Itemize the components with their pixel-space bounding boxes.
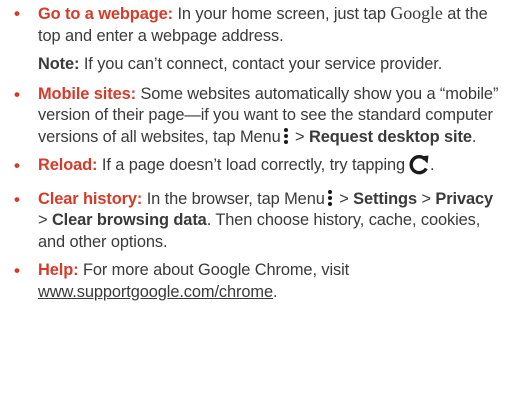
support-link[interactable]: www.supportgoogle.com/chrome [38, 283, 273, 301]
item-heading: Clear history: [38, 189, 143, 208]
item-heading: Help: [38, 261, 79, 279]
list-item-go-to-webpage: • Go to a webpage: In your home screen, … [0, 3, 506, 47]
separator: > [334, 189, 354, 208]
clear-browsing-data-label: Clear browsing data [51, 211, 207, 229]
note-label: Note: [38, 55, 80, 73]
bullet: • [14, 261, 20, 280]
help-document: • Go to a webpage: In your home screen, … [0, 3, 506, 310]
bullet: • [14, 4, 20, 23]
item-text: In your home screen, just tap [173, 5, 391, 23]
separator: > [416, 189, 436, 208]
item-text: . [272, 282, 278, 301]
item-text: If a page doesn’t load correctly, try ta… [97, 156, 406, 174]
separator: > [38, 211, 52, 229]
bullet: • [14, 84, 20, 104]
item-text: . [471, 127, 477, 146]
note-paragraph: Note: If you can’t connect, contact your… [0, 54, 506, 76]
list-item-reload: • Reload: If a page doesn’t load correct… [0, 154, 506, 182]
note-text: If you can’t connect, contact your servi… [79, 55, 443, 73]
list-item-mobile-sites: • Mobile sites: Some websites automatica… [0, 84, 506, 149]
item-text: For more about Google Chrome, visit [78, 261, 350, 279]
item-heading: Go to a webpage: [38, 5, 173, 23]
menu-icon [327, 189, 332, 206]
item-heading: Reload: [38, 156, 98, 174]
item-heading: Mobile sites: [38, 84, 136, 103]
google-wordmark: Google [390, 3, 443, 23]
bullet: • [14, 189, 20, 209]
list-item-help: • Help: For more about Google Chrome, vi… [0, 260, 506, 303]
separator: > [290, 127, 309, 146]
reload-icon [408, 154, 430, 182]
request-desktop-site-label: Request desktop site [308, 127, 472, 146]
bullet: • [14, 156, 20, 175]
privacy-label: Privacy [435, 189, 494, 208]
item-text: . [430, 156, 435, 174]
settings-label: Settings [353, 189, 417, 208]
item-text: In the browser, tap Menu [142, 189, 325, 208]
menu-icon [283, 127, 288, 144]
list-item-clear-history: • Clear history: In the browser, tap Men… [0, 189, 506, 254]
